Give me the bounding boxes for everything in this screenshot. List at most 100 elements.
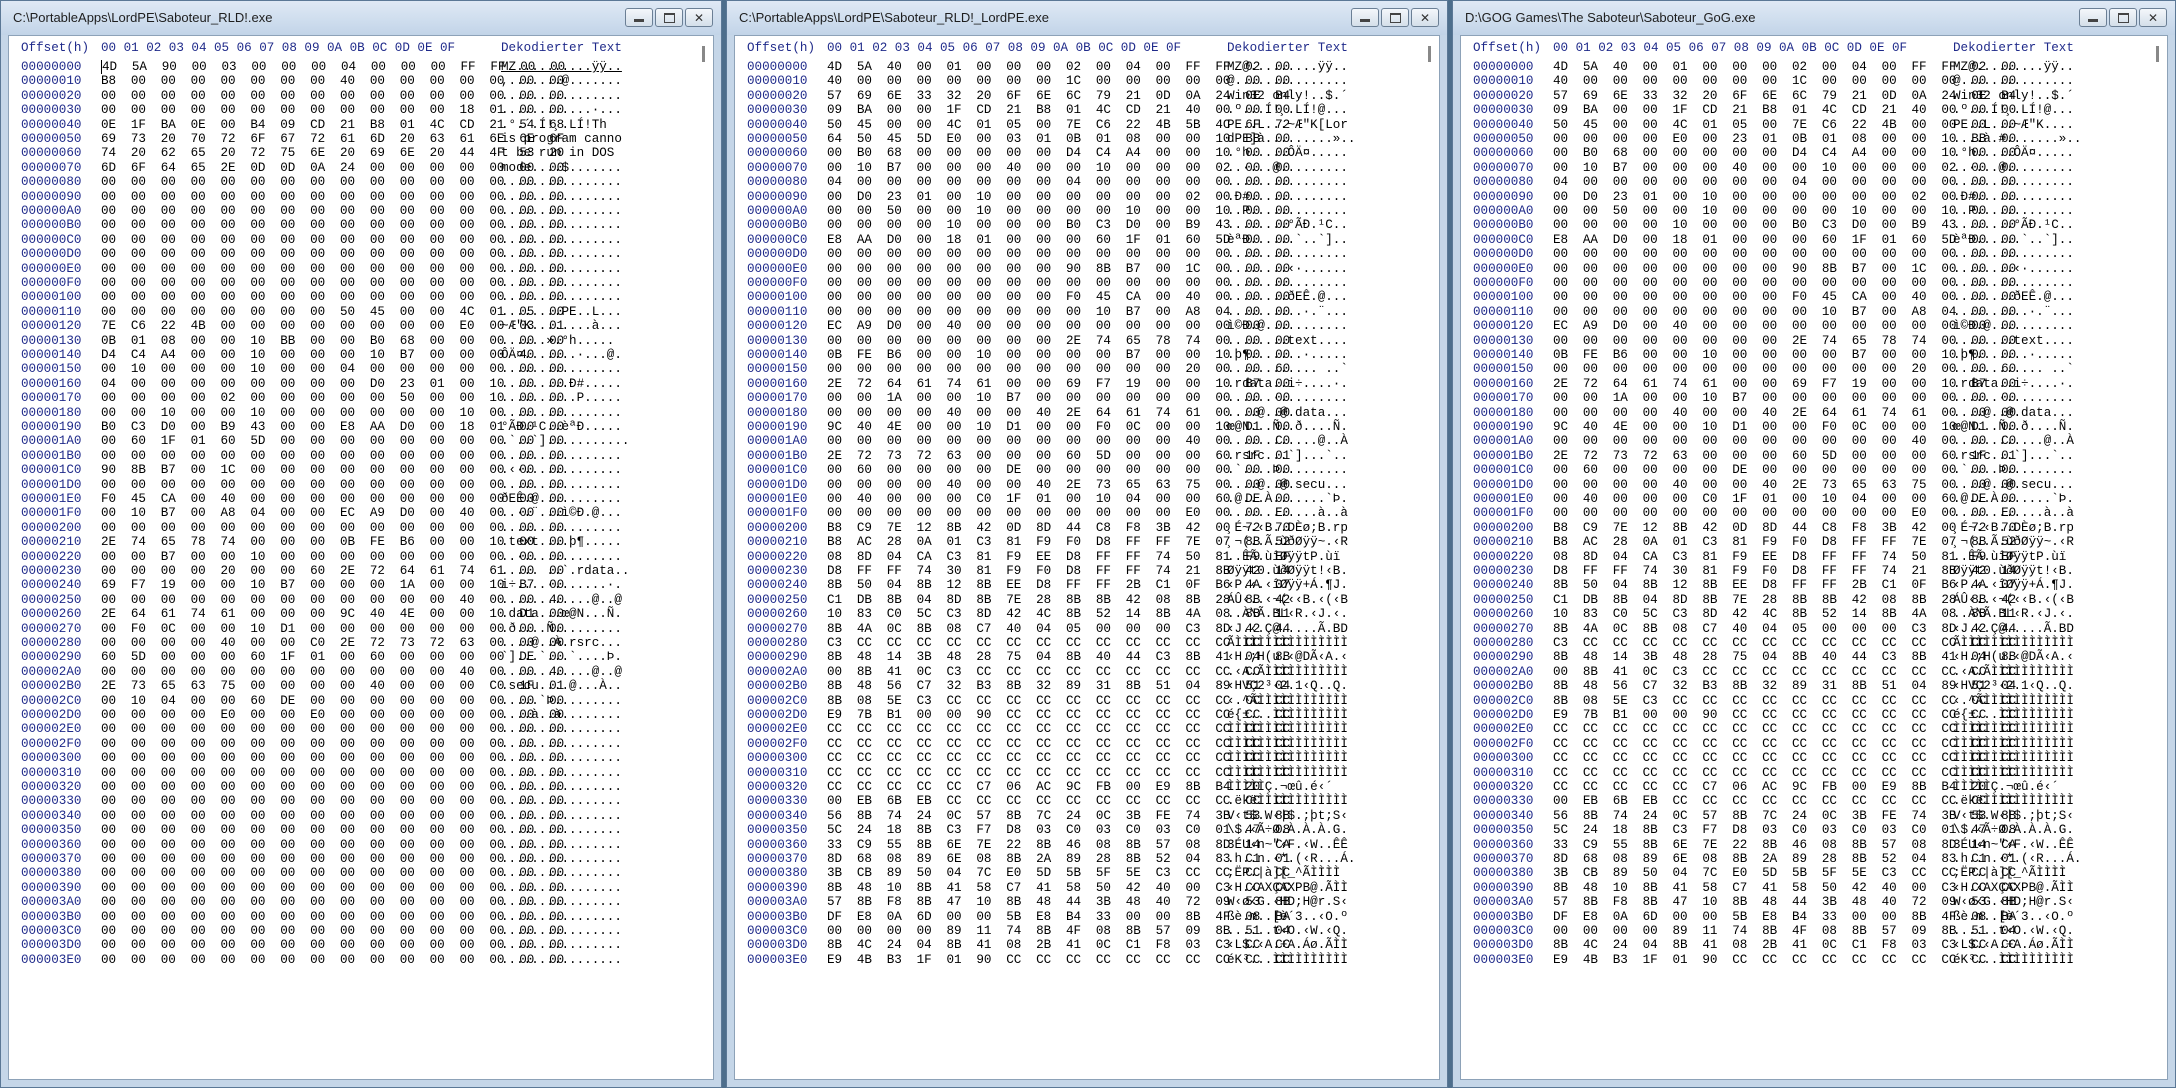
row-bytes[interactable]: 4D 5A 40 00 01 00 00 00 02 00 04 00 FF F…: [1553, 60, 2016, 74]
row-bytes[interactable]: 3B CB 89 50 04 7C E0 5D 5B 5F 5E C3 CC C…: [827, 866, 1290, 880]
row-bytes[interactable]: 00 00 00 00 89 11 74 8B 4F 08 8B 57 09 8…: [827, 924, 1290, 938]
row-decoded-text[interactable]: éK³...ÌÌÌÌÌÌÌÌÌÌ: [1227, 953, 1348, 967]
row-decoded-text[interactable]: ................: [501, 751, 622, 765]
row-bytes[interactable]: 00 00 00 00 00 00 00 00 00 00 00 00 00 0…: [101, 852, 564, 866]
row-decoded-text[interactable]: ................: [501, 910, 622, 924]
row-decoded-text[interactable]: ................: [501, 881, 622, 895]
row-decoded-text[interactable]: ¸¬(..Ã.ùðØÿÿ~.‹R: [1953, 535, 2074, 549]
row-bytes[interactable]: C3 CC CC CC CC CC CC CC CC CC CC CC CC C…: [1553, 636, 2016, 650]
row-decoded-text[interactable]: .`..`]...........: [501, 434, 629, 448]
row-decoded-text[interactable]: ..ÊÃ.ùîØÿÿtP.ùï: [1227, 550, 1340, 564]
row-bytes[interactable]: 8B 08 5E C3 CC CC CC CC CC CC CC CC CC C…: [827, 694, 1290, 708]
row-decoded-text[interactable]: .@...À.......`Þ.: [1227, 492, 1348, 506]
row-bytes[interactable]: 00 00 00 00 10 00 00 00 B0 C3 D0 00 B9 4…: [827, 218, 1290, 232]
row-bytes[interactable]: 00 00 00 00 00 00 00 00 00 00 00 00 00 0…: [101, 262, 564, 276]
row-decoded-text[interactable]: ‹J.‹.Ç@.....Ã.BD: [1227, 622, 1348, 636]
row-decoded-text[interactable]: .ð....Ñ.........: [501, 622, 622, 636]
row-decoded-text[interactable]: MZ@.........ÿÿ..: [1227, 60, 1348, 74]
row-decoded-text[interactable]: èªÐ......`..`]..: [1953, 233, 2074, 247]
row-decoded-text[interactable]: ,.......@.......: [501, 74, 622, 88]
row-decoded-text[interactable]: ................: [501, 218, 622, 232]
row-bytes[interactable]: 00 00 00 00 00 00 00 00 00 00 00 00 E0 0…: [827, 506, 1290, 520]
row-bytes[interactable]: 00 00 00 00 00 00 00 00 00 00 00 00 00 0…: [101, 924, 564, 938]
row-bytes[interactable]: CC CC CC CC CC C7 06 AC 9C FB 00 E9 8B B…: [827, 780, 1260, 794]
row-decoded-text[interactable]: ................: [501, 838, 622, 852]
close-button[interactable]: ✕: [2139, 8, 2167, 27]
row-bytes[interactable]: B8 00 00 00 00 00 00 00 40 00 00 00 00 0…: [101, 74, 564, 88]
row-bytes[interactable]: 8B 4C 24 04 8B 41 08 2B 41 0C C1 F8 03 C…: [1553, 938, 2016, 952]
row-decoded-text[interactable]: ‹HVÇ2³‹2.1‹Q..Q.: [1953, 679, 2074, 693]
row-decoded-text[interactable]: ÌÌÌÌÌÌÌÌÌÌÌÌÌÌÌÌ: [1953, 722, 2074, 736]
row-decoded-text[interactable]: éK³...ÌÌÌÌÌÌÌÌÌÌ: [1953, 953, 2074, 967]
row-decoded-text[interactable]: Win32 only!..$.´: [1953, 89, 2074, 103]
row-decoded-text[interactable]: ................: [501, 247, 622, 261]
row-decoded-text[interactable]: .rsrc...`]...`..: [1227, 449, 1348, 463]
row-bytes[interactable]: 00 00 B7 00 00 10 00 00 00 00 00 00 00 0…: [101, 550, 564, 564]
row-decoded-text[interactable]: .ëkëÌÌÌÌÌÌÌÌÌÌÌÌ: [1227, 794, 1348, 808]
row-decoded-text[interactable]: ................: [501, 895, 622, 909]
row-bytes[interactable]: 8B 48 56 C7 32 B3 8B 32 89 31 8B 51 04 8…: [1553, 679, 2016, 693]
row-decoded-text[interactable]: ..À\Ã.BL‹R.‹J.‹.: [1227, 607, 1348, 621]
row-bytes[interactable]: 8B 50 04 8B 12 8B EE D8 FF FF 2B C1 0F B…: [1553, 578, 2016, 592]
row-decoded-text[interactable]: .°h.....ÔÄ¤.....: [1227, 146, 1348, 160]
row-decoded-text[interactable]: ....@..@.data...: [1227, 406, 1348, 420]
row-decoded-text[interactable]: ............@..@: [501, 665, 622, 679]
row-bytes[interactable]: 50 45 00 00 4C 01 05 00 7E C6 22 4B 00 0…: [1553, 118, 2016, 132]
row-bytes[interactable]: 9C 40 4E 00 00 10 D1 00 00 F0 0C 00 00 1…: [827, 420, 1290, 434]
row-bytes[interactable]: 04 00 00 00 00 00 00 00 04 00 00 00 00 0…: [827, 175, 1290, 189]
title-bar[interactable]: C:\PortableApps\LordPE\Saboteur_RLD!_Lor…: [727, 1, 1447, 35]
row-decoded-text[interactable]: ........ðEÊ.@...: [1953, 290, 2074, 304]
row-bytes[interactable]: 90 8B B7 00 1C 00 00 00 00 00 00 00 00 0…: [101, 463, 564, 477]
row-bytes[interactable]: 00 00 00 00 20 00 00 60 2E 72 64 61 74 6…: [101, 564, 564, 578]
row-decoded-text[interactable]: ................: [501, 953, 622, 967]
row-bytes[interactable]: 00 00 00 00 89 11 74 8B 4F 08 8B 57 09 8…: [1553, 924, 2016, 938]
row-decoded-text[interactable]: ................: [501, 89, 622, 103]
row-decoded-text[interactable]: ‹H.;H(u.‹@DÃ‹A.‹: [1227, 650, 1348, 664]
row-decoded-text[interactable]: ‹.^ÃÌÌÌÌÌÌÌÌÌÌÌÌ: [1227, 694, 1348, 708]
row-bytes[interactable]: 00 00 00 00 00 00 00 00 00 00 00 00 00 0…: [101, 722, 564, 736]
row-bytes[interactable]: 00 00 00 00 40 00 00 40 2E 64 61 74 61 0…: [827, 406, 1290, 420]
row-bytes[interactable]: 00 10 04 00 00 60 DE 00 00 00 00 00 00 0…: [101, 694, 564, 708]
row-decoded-text[interactable]: Win32 only!..$.´: [1227, 89, 1348, 103]
row-bytes[interactable]: 00 00 00 00 00 00 00 00 00 10 B7 00 A8 0…: [827, 305, 1290, 319]
row-bytes[interactable]: 08 8D 04 CA C3 81 F9 EE D8 FF FF 74 50 8…: [827, 550, 1290, 564]
row-decoded-text[interactable]: ................: [501, 924, 622, 938]
row-decoded-text[interactable]: ................: [501, 809, 622, 823]
row-decoded-text[interactable]: 3ÉU‹n~"‹F.‹W..ÊÊ: [1953, 838, 2074, 852]
row-bytes[interactable]: CC CC CC CC CC CC CC CC CC CC CC CC CC C…: [827, 751, 1290, 765]
row-decoded-text[interactable]: ÁÛ‹..‹~(‹‹B.‹(‹B: [1227, 593, 1348, 607]
row-decoded-text[interactable]: .ëkëÌÌÌÌÌÌÌÌÌÌÌÌ: [1953, 794, 2074, 808]
row-decoded-text[interactable]: ‹P.‹.‹îØÿÿ+Á.¶J.: [1953, 578, 2074, 592]
row-bytes[interactable]: 10 83 C0 5C C3 8D 42 4C 8B 52 14 8B 4A 0…: [1553, 607, 2016, 621]
row-decoded-text[interactable]: ................: [501, 737, 622, 751]
row-decoded-text[interactable]: ¸É~.‹B..DÈø;B.rp: [1953, 521, 2074, 535]
row-bytes[interactable]: 00 00 00 00 00 00 00 00 00 00 00 00 00 0…: [101, 910, 564, 924]
row-bytes[interactable]: EC A9 D0 00 40 00 00 00 00 00 00 00 00 0…: [1553, 319, 2016, 333]
hex-view[interactable]: Offset(h) 00 01 02 03 04 05 06 07 08 09 0A 0B 0C 0D 0E 0…: [8, 35, 714, 1080]
row-decoded-text[interactable]: èªÐ......`..`]..: [1227, 233, 1348, 247]
row-bytes[interactable]: 57 8B F8 8B 47 10 8B 48 44 3B 48 40 72 0…: [1553, 895, 2016, 909]
row-decoded-text[interactable]: ................: [501, 449, 622, 463]
row-bytes[interactable]: 7E C6 22 4B 00 00 00 00 00 00 00 00 E0 0…: [101, 319, 564, 333]
row-decoded-text[interactable]: ................: [501, 478, 622, 492]
row-decoded-text[interactable]: .rdata..i÷....·.: [1953, 377, 2074, 391]
row-bytes[interactable]: 00 00 00 00 40 00 00 40 2E 73 65 63 75 0…: [1553, 478, 2016, 492]
row-bytes[interactable]: 00 00 00 00 00 00 00 00 00 00 00 00 00 0…: [101, 737, 564, 751]
row-decoded-text[interactable]: ................: [1953, 276, 2074, 290]
row-bytes[interactable]: E9 7B B1 00 00 90 CC CC CC CC CC CC CC C…: [827, 708, 1290, 722]
row-bytes[interactable]: 00 00 00 00 00 00 00 00 00 00 00 00 00 0…: [101, 290, 564, 304]
row-bytes[interactable]: C3 CC CC CC CC CC CC CC CC CC CC CC CC C…: [827, 636, 1290, 650]
row-decoded-text[interactable]: \$.‹Ã÷Ø.À.À.À.G.: [1227, 823, 1348, 837]
row-bytes[interactable]: 00 00 10 00 00 10 00 00 00 00 00 00 10 0…: [101, 406, 564, 420]
row-bytes[interactable]: 8B 50 04 8B 12 8B EE D8 FF FF 2B C1 0F B…: [827, 578, 1290, 592]
row-bytes[interactable]: 00 00 00 00 00 00 00 00 F0 45 CA 00 40 0…: [1553, 290, 2016, 304]
row-bytes[interactable]: 00 10 B7 00 00 00 40 00 00 10 00 00 00 0…: [827, 161, 1290, 175]
row-decoded-text[interactable]: ................: [1953, 175, 2074, 189]
row-bytes[interactable]: 8D 68 08 89 6E 08 8B 2A 89 28 8B 52 04 8…: [827, 852, 1290, 866]
row-bytes[interactable]: 00 00 1A 00 00 10 B7 00 00 00 00 00 00 0…: [1553, 391, 2016, 405]
row-bytes[interactable]: 00 00 00 00 00 00 00 00 00 10 B7 00 A8 0…: [1553, 305, 2016, 319]
row-bytes[interactable]: 00 00 00 00 00 00 00 00 50 45 00 00 4C 0…: [101, 305, 564, 319]
row-decoded-text[interactable]: .þ¶.......·.....: [1953, 348, 2074, 362]
row-decoded-text[interactable]: ................: [501, 780, 622, 794]
row-decoded-text[interactable]: ................: [501, 722, 622, 736]
